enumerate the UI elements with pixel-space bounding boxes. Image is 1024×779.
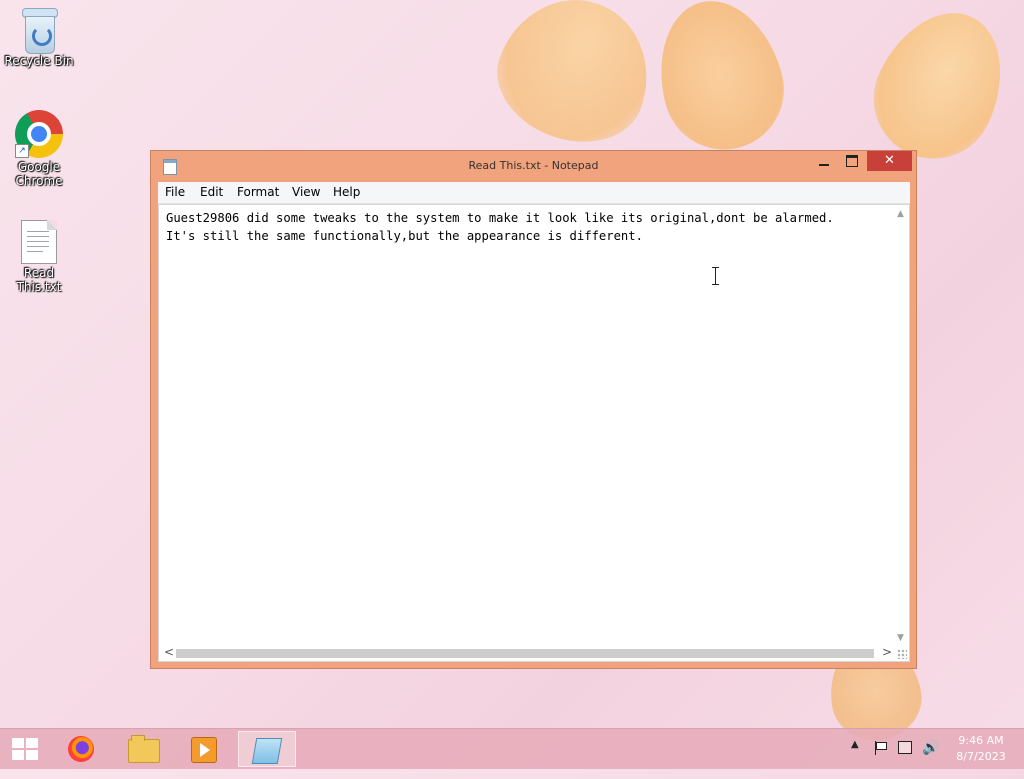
taskbar-media-player-button[interactable]	[175, 731, 231, 767]
taskbar-firefox-button[interactable]	[52, 731, 108, 767]
title-bar[interactable]: Read This.txt - Notepad ✕	[151, 151, 916, 181]
media-player-icon	[191, 737, 217, 763]
file-explorer-icon	[128, 735, 160, 763]
desktop-icon-recycle-bin[interactable]: Recycle Bin	[1, 8, 77, 68]
desktop-icon-label: Read This.txt	[16, 266, 62, 294]
taskbar-file-explorer-button[interactable]	[115, 731, 171, 767]
firefox-icon	[68, 736, 94, 762]
desktop-icon-label: Recycle Bin	[4, 54, 74, 68]
system-clock[interactable]: 9:46 AM 8/7/2023	[948, 733, 1014, 765]
wallpaper-petal	[480, 0, 670, 162]
text-file-icon	[21, 220, 57, 264]
desktop-icon-google-chrome[interactable]: ↗ Google Chrome	[1, 110, 77, 188]
windows-logo-icon	[12, 738, 24, 748]
network-icon[interactable]	[898, 741, 912, 754]
text-editor-area[interactable]: Guest29806 did some tweaks to the system…	[158, 204, 910, 662]
horizontal-scroll-thumb[interactable]	[176, 649, 874, 658]
scroll-up-arrow-icon[interactable]: ▲	[897, 209, 904, 219]
wallpaper-petal	[642, 0, 798, 163]
recycle-bin-icon	[22, 8, 58, 54]
window-title: Read This.txt - Notepad	[468, 159, 599, 172]
shortcut-arrow-icon: ↗	[15, 144, 29, 158]
notepad-icon	[251, 738, 283, 764]
menu-file[interactable]: File	[165, 185, 185, 199]
text-cursor-icon	[711, 267, 721, 285]
resize-grip[interactable]	[897, 649, 907, 659]
vertical-scrollbar[interactable]: ▲ ▼	[894, 205, 909, 645]
scroll-left-arrow-icon[interactable]: <	[164, 645, 174, 659]
menu-edit[interactable]: Edit	[200, 185, 223, 199]
chrome-icon: ↗	[15, 110, 63, 158]
taskbar: ▲ 🔊 9:46 AM 8/7/2023	[0, 728, 1024, 769]
menu-view[interactable]: View	[292, 185, 320, 199]
volume-icon[interactable]: 🔊	[922, 740, 939, 756]
minimize-button[interactable]	[811, 151, 837, 171]
menu-format[interactable]: Format	[237, 185, 279, 199]
action-center-flag-icon[interactable]	[875, 741, 887, 755]
clock-date: 8/7/2023	[956, 750, 1006, 763]
desktop-icon-label: Google Chrome	[15, 160, 63, 188]
menu-help[interactable]: Help	[333, 185, 360, 199]
document-text[interactable]: Guest29806 did some tweaks to the system…	[166, 209, 834, 245]
menu-bar: File Edit Format View Help	[158, 182, 910, 204]
horizontal-scrollbar[interactable]: < >	[159, 644, 896, 661]
desktop-icon-read-this-txt[interactable]: Read This.txt	[1, 220, 77, 294]
maximize-button[interactable]	[839, 151, 865, 171]
scroll-down-arrow-icon[interactable]: ▼	[897, 633, 904, 643]
close-button[interactable]: ✕	[867, 151, 912, 171]
start-button[interactable]	[12, 738, 38, 760]
clock-time: 9:46 AM	[958, 734, 1004, 747]
show-hidden-icons-icon[interactable]: ▲	[851, 739, 859, 779]
notepad-window[interactable]: Read This.txt - Notepad ✕ File Edit Form…	[150, 150, 917, 669]
taskbar-notepad-button[interactable]	[238, 731, 296, 767]
scroll-right-arrow-icon[interactable]: >	[882, 645, 892, 659]
